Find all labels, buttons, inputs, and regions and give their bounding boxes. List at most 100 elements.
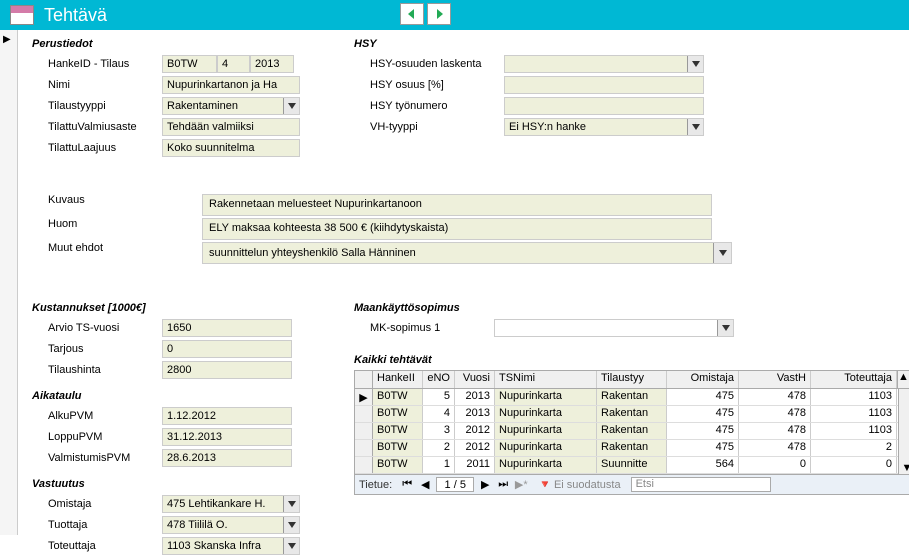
cell-hankeid[interactable]: B0TW bbox=[373, 389, 423, 405]
cell-omistaja[interactable]: 475 bbox=[667, 389, 739, 405]
mk1-select[interactable] bbox=[494, 319, 734, 337]
tarjous-input[interactable] bbox=[162, 340, 292, 358]
arvio-input[interactable] bbox=[162, 319, 292, 337]
th-tyyppi[interactable]: Tilaustyy bbox=[597, 371, 667, 388]
table-row[interactable]: B0TW 2 2012 Nupurinkarta Rakentan 475 47… bbox=[355, 440, 898, 457]
alku-input[interactable] bbox=[162, 407, 292, 425]
cell-tyyppi[interactable]: Suunnitte bbox=[597, 457, 667, 473]
nimi-input[interactable] bbox=[162, 76, 300, 94]
chevron-down-icon bbox=[717, 320, 733, 336]
cell-hankeid[interactable]: B0TW bbox=[373, 423, 423, 439]
muut-select[interactable]: suunnittelun yhteyshenkilö Salla Hännine… bbox=[202, 242, 732, 264]
cell-nimi[interactable]: Nupurinkarta bbox=[495, 457, 597, 473]
cell-vuosi[interactable]: 2013 bbox=[455, 406, 495, 422]
cell-vasth[interactable]: 478 bbox=[739, 406, 811, 422]
label-alku: AlkuPVM bbox=[32, 410, 162, 422]
toteuttaja-select[interactable]: 1103 Skanska Infra bbox=[162, 537, 300, 555]
scroll-up-button[interactable]: ▲ bbox=[897, 371, 909, 388]
huom-textbox[interactable]: ELY maksaa kohteesta 38 500 € (kiihdytys… bbox=[202, 218, 712, 240]
prev-record-button[interactable]: ◀ bbox=[418, 478, 432, 492]
cell-omistaja[interactable]: 564 bbox=[667, 457, 739, 473]
row-selector[interactable]: ▶ bbox=[355, 389, 373, 405]
laajuus-input[interactable] bbox=[162, 139, 300, 157]
loppu-input[interactable] bbox=[162, 428, 292, 446]
cell-eno[interactable]: 3 bbox=[423, 423, 455, 439]
next-record-button[interactable] bbox=[427, 3, 451, 25]
omistaja-select[interactable]: 475 Lehtikankare H. bbox=[162, 495, 300, 513]
tilaushinta-input[interactable] bbox=[162, 361, 292, 379]
cell-vuosi[interactable]: 2012 bbox=[455, 440, 495, 456]
record-position-input[interactable] bbox=[436, 477, 474, 492]
tuottaja-select[interactable]: 478 Tiililä O. bbox=[162, 516, 300, 534]
search-input[interactable]: Etsi bbox=[631, 477, 771, 492]
new-record-button[interactable]: ▶* bbox=[514, 478, 528, 492]
cell-nimi[interactable]: Nupurinkarta bbox=[495, 389, 597, 405]
th-eno[interactable]: eNO bbox=[423, 371, 455, 388]
row-selector[interactable] bbox=[355, 440, 373, 456]
hsy-tyonro-input[interactable] bbox=[504, 97, 704, 115]
tilaustyyppi-select[interactable]: Rakentaminen bbox=[162, 97, 300, 115]
th-vasth[interactable]: VastH bbox=[739, 371, 811, 388]
table-row[interactable]: B0TW 3 2012 Nupurinkarta Rakentan 475 47… bbox=[355, 423, 898, 440]
chevron-down-icon bbox=[283, 538, 299, 554]
cell-toteuttaja[interactable]: 0 bbox=[811, 457, 897, 473]
row-selector[interactable] bbox=[355, 406, 373, 422]
cell-toteuttaja[interactable]: 1103 bbox=[811, 423, 897, 439]
cell-tyyppi[interactable]: Rakentan bbox=[597, 406, 667, 422]
prev-record-button[interactable] bbox=[400, 3, 424, 25]
cell-nimi[interactable]: Nupurinkarta bbox=[495, 406, 597, 422]
hankeid-input[interactable] bbox=[162, 55, 217, 73]
cell-tyyppi[interactable]: Rakentan bbox=[597, 440, 667, 456]
cell-eno[interactable]: 5 bbox=[423, 389, 455, 405]
cell-tyyppi[interactable]: Rakentan bbox=[597, 423, 667, 439]
th-toteuttaja[interactable]: Toteuttaja bbox=[811, 371, 897, 388]
cell-toteuttaja[interactable]: 1103 bbox=[811, 389, 897, 405]
next-record-button[interactable]: ▶ bbox=[478, 478, 492, 492]
th-tsnimi[interactable]: TSNimi bbox=[495, 371, 597, 388]
cell-eno[interactable]: 4 bbox=[423, 406, 455, 422]
cell-eno[interactable]: 1 bbox=[423, 457, 455, 473]
row-selector[interactable] bbox=[355, 457, 373, 473]
table-row[interactable]: ▶ B0TW 5 2013 Nupurinkarta Rakentan 475 … bbox=[355, 389, 898, 406]
vuosi-input[interactable] bbox=[250, 55, 294, 73]
cell-tyyppi[interactable]: Rakentan bbox=[597, 389, 667, 405]
eno-input[interactable] bbox=[217, 55, 250, 73]
cell-vuosi[interactable]: 2012 bbox=[455, 423, 495, 439]
th-hankeid[interactable]: HankeII bbox=[373, 371, 423, 388]
hsy-osuus-input[interactable] bbox=[504, 76, 704, 94]
vh-tyyppi-select[interactable]: Ei HSY:n hanke bbox=[504, 118, 704, 136]
cell-omistaja[interactable]: 475 bbox=[667, 440, 739, 456]
row-selector[interactable] bbox=[355, 423, 373, 439]
cell-omistaja[interactable]: 475 bbox=[667, 406, 739, 422]
hsy-laskenta-select[interactable] bbox=[504, 55, 704, 73]
th-vuosi[interactable]: Vuosi bbox=[455, 371, 495, 388]
cell-vasth[interactable]: 478 bbox=[739, 423, 811, 439]
table-row[interactable]: B0TW 4 2013 Nupurinkarta Rakentan 475 47… bbox=[355, 406, 898, 423]
last-record-button[interactable]: ⏭ bbox=[496, 478, 510, 492]
record-selector-bar[interactable]: ▶ bbox=[0, 30, 18, 535]
label-tilaushinta: Tilaushinta bbox=[32, 364, 162, 376]
cell-toteuttaja[interactable]: 1103 bbox=[811, 406, 897, 422]
first-record-button[interactable]: ⏮ bbox=[400, 478, 414, 492]
vertical-scrollbar[interactable]: ▼ bbox=[898, 389, 909, 474]
cell-nimi[interactable]: Nupurinkarta bbox=[495, 423, 597, 439]
cell-vasth[interactable]: 478 bbox=[739, 389, 811, 405]
cell-toteuttaja[interactable]: 2 bbox=[811, 440, 897, 456]
cell-hankeid[interactable]: B0TW bbox=[373, 440, 423, 456]
cell-vuosi[interactable]: 2013 bbox=[455, 389, 495, 405]
cell-hankeid[interactable]: B0TW bbox=[373, 457, 423, 473]
cell-eno[interactable]: 2 bbox=[423, 440, 455, 456]
kuvaus-textbox[interactable]: Rakennetaan meluesteet Nupurinkartanoon bbox=[202, 194, 712, 216]
label-hsy-laskenta: HSY-osuuden laskenta bbox=[354, 58, 504, 70]
cell-vuosi[interactable]: 2011 bbox=[455, 457, 495, 473]
valmiusaste-input[interactable] bbox=[162, 118, 300, 136]
valmis-input[interactable] bbox=[162, 449, 292, 467]
th-omistaja[interactable]: Omistaja bbox=[667, 371, 739, 388]
cell-vasth[interactable]: 478 bbox=[739, 440, 811, 456]
chevron-down-icon bbox=[713, 243, 731, 263]
cell-omistaja[interactable]: 475 bbox=[667, 423, 739, 439]
cell-hankeid[interactable]: B0TW bbox=[373, 406, 423, 422]
cell-vasth[interactable]: 0 bbox=[739, 457, 811, 473]
cell-nimi[interactable]: Nupurinkarta bbox=[495, 440, 597, 456]
table-row[interactable]: B0TW 1 2011 Nupurinkarta Suunnitte 564 0… bbox=[355, 457, 898, 474]
